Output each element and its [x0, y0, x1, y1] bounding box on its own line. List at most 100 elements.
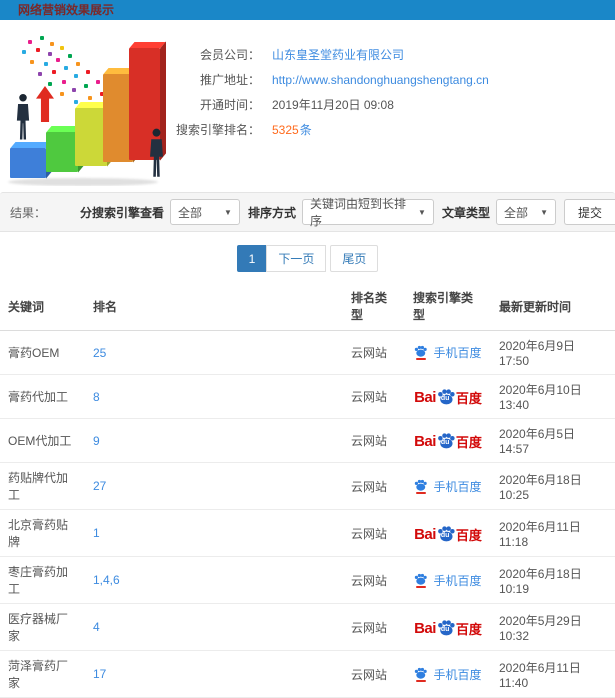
header-rank: 排名 — [85, 282, 343, 331]
up-arrow-icon — [36, 86, 54, 125]
updated-time-cell: 2020年6月11日 11:40 — [491, 650, 615, 698]
mobile-baidu-label: 手机百度 — [433, 573, 482, 588]
member-info: 会员公司： 山东皇圣堂药业有限公司 推广地址： http://www.shand… — [150, 42, 489, 142]
table-row: 菏泽膏药厂家 17 云网站 手机百度 2020年6月11日 11:40 — [0, 650, 615, 698]
rank-link[interactable]: 4 — [93, 620, 100, 634]
baidu-paw-icon: du — [437, 388, 455, 405]
rank-type-cell: 云网站 — [343, 603, 405, 651]
field-open-time: 开通时间： 2019年11月20日 09:08 — [150, 92, 489, 117]
baidu-cn-text: 百度 — [455, 527, 482, 543]
baidu-bai-text: Bai — [414, 619, 436, 637]
engine-type-cell: 手机百度 — [405, 330, 491, 375]
confetti-dots — [10, 34, 14, 38]
baidu-cn-text: 百度 — [455, 435, 482, 450]
rank-cell: 25 — [85, 330, 343, 375]
page-title-bar: 网络营销效果展示 — [0, 0, 615, 20]
rank-link[interactable]: 17 — [93, 667, 106, 681]
mobile-baidu-label: 手机百度 — [433, 346, 482, 360]
baidu-pc-logo: Bai du 百度 — [414, 619, 482, 636]
next-page-button[interactable]: 下一页 — [266, 245, 327, 272]
baidu-cn-text: 百度 — [455, 391, 482, 406]
baidu-bai-text: Bai — [414, 433, 436, 450]
baidu-paw-icon: du — [437, 525, 455, 542]
updated-time-cell: 2020年6月9日 17:50 — [491, 330, 615, 375]
rank-link[interactable]: 9 — [93, 434, 100, 448]
mobile-baidu-logo: 手机百度 — [414, 666, 482, 683]
table-row: 膏药代加工 8 云网站 Bai du 百度 2020年6月10日 13:40 — [0, 374, 615, 419]
baidu-du-text: du — [440, 395, 450, 402]
keyword-cell: 菏泽膏药厂家 — [0, 650, 85, 698]
mobile-baidu-logo: 手机百度 — [414, 344, 482, 361]
rank-link[interactable]: 25 — [93, 346, 106, 360]
company-link[interactable]: 山东皇圣堂药业有限公司 — [272, 46, 404, 63]
rank-type-cell: 云网站 — [343, 374, 405, 419]
open-time-label: 开通时间： — [199, 98, 260, 112]
rank-link[interactable]: 8 — [93, 390, 100, 404]
baidu-paw-icon: du — [437, 432, 455, 449]
baidu-bai-text: Bai — [414, 389, 436, 406]
rank-type-cell: 云网站 — [343, 418, 405, 463]
businessman-figure-left — [14, 91, 32, 146]
engine-type-cell: 手机百度 — [405, 556, 491, 604]
field-promo-url: 推广地址： http://www.shandonghuangshengtang.… — [150, 67, 489, 92]
rank-type-cell: 云网站 — [343, 509, 405, 557]
rank-link[interactable]: 27 — [93, 479, 106, 493]
ranking-count-label: 搜索引擎排名： — [175, 123, 260, 137]
header-keyword: 关键词 — [0, 282, 85, 331]
engine-type-cell: Bai du 百度 — [405, 509, 491, 557]
baidu-pc-logo: Bai du 百度 — [414, 388, 482, 405]
table-row: 北京膏药贴牌 1 云网站 Bai du 百度 2020年6月11日 11:18 — [0, 509, 615, 557]
keyword-cell: 膏药代加工 — [0, 374, 85, 419]
rank-cell: 1,4,6 — [85, 556, 343, 604]
article-type-filter-label: 文章类型 — [441, 205, 490, 220]
rank-cell: 9 — [85, 418, 343, 463]
bar-1 — [46, 132, 78, 172]
bar-0 — [10, 148, 46, 178]
baidu-paw-icon — [414, 345, 428, 360]
article-type-filter-select[interactable]: 全部 ▼ — [495, 199, 556, 225]
baidu-bai-text: Bai — [414, 525, 436, 543]
sort-filter-select[interactable]: 关键词由短到长排序 ▼ — [301, 197, 434, 228]
baidu-paw-icon — [414, 667, 428, 682]
promo-url-link[interactable]: http://www.shandonghuangshengtang.cn — [272, 73, 489, 87]
page-button-1[interactable]: 1 — [236, 245, 268, 272]
table-header-row: 关键词 排名 排名类型 搜索引擎类型 最新更新时间 — [0, 282, 615, 331]
submit-button[interactable]: 提交 — [563, 199, 615, 225]
keyword-cell: 枣庄膏药加工 — [0, 556, 85, 604]
header-rank-type: 排名类型 — [343, 282, 405, 331]
rank-type-cell: 云网站 — [343, 330, 405, 375]
mobile-baidu-label: 手机百度 — [433, 667, 482, 682]
rank-cell: 8 — [85, 374, 343, 419]
page: 网络营销效果展示 会员公司： 山东皇圣堂药业有限公司 推广地址： http://… — [0, 0, 615, 698]
baidu-pc-logo: Bai du 百度 — [414, 525, 482, 542]
updated-time-cell: 2020年6月18日 10:19 — [491, 556, 615, 604]
table-row: 枣庄膏药加工 1,4,6 云网站 手机百度 2020年6月18日 10:19 — [0, 556, 615, 604]
table-row: 医疗器械厂家 4 云网站 Bai du 百度 2020年5月29日 10:32 — [0, 603, 615, 651]
header-updated: 最新更新时间 — [491, 282, 615, 331]
field-company: 会员公司： 山东皇圣堂药业有限公司 — [150, 42, 489, 67]
ranking-count-number: 5325 — [272, 123, 299, 137]
baidu-pc-logo: Bai du 百度 — [414, 432, 482, 449]
results-filter-bar: 结果： 分搜索引擎查看 全部 ▼ 排序方式 关键词由短到长排序 ▼ 文章类型 全… — [0, 192, 615, 232]
ranking-count-value: 5325条 — [272, 121, 312, 138]
baidu-paw-icon: du — [437, 619, 455, 636]
rank-link[interactable]: 1 — [93, 526, 100, 540]
rank-cell: 4 — [85, 603, 343, 651]
updated-time-cell: 2020年6月18日 10:25 — [491, 462, 615, 510]
illustration-shadow — [8, 178, 158, 186]
promo-url-label: 推广地址： — [199, 73, 260, 87]
engine-type-cell: Bai du 百度 — [405, 374, 491, 419]
engine-type-cell: Bai du 百度 — [405, 603, 491, 651]
engine-filter-select[interactable]: 全部 ▼ — [169, 199, 240, 225]
last-page-button[interactable]: 尾页 — [330, 245, 379, 272]
rank-link[interactable]: 1,4,6 — [93, 573, 120, 587]
baidu-du-text: du — [440, 439, 450, 446]
table-row: 药贴牌代加工 27 云网站 手机百度 2020年6月18日 10:25 — [0, 462, 615, 510]
results-table: 关键词 排名 排名类型 搜索引擎类型 最新更新时间 膏药OEM 25 云网站 手… — [0, 282, 615, 698]
rank-cell: 1 — [85, 509, 343, 557]
baidu-du-text: du — [440, 531, 450, 539]
rank-type-cell: 云网站 — [343, 650, 405, 698]
chevron-down-icon: ▼ — [418, 207, 426, 217]
header-engine-type: 搜索引擎类型 — [405, 282, 491, 331]
info-section: 会员公司： 山东皇圣堂药业有限公司 推广地址： http://www.shand… — [0, 20, 615, 192]
